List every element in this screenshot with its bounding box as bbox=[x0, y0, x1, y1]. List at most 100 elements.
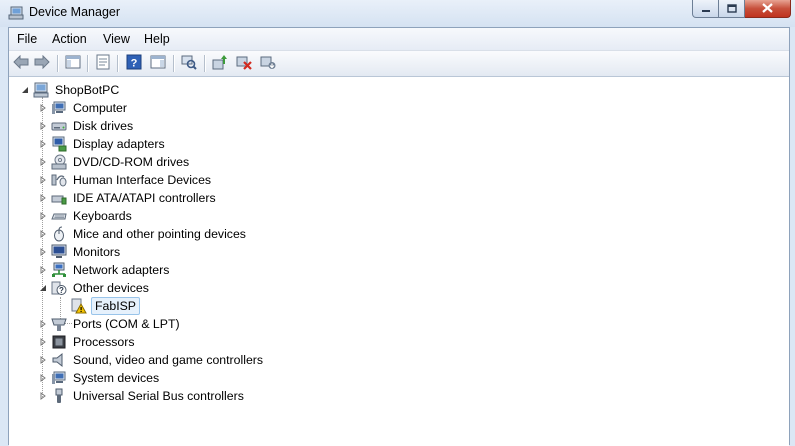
uninstall-button[interactable] bbox=[235, 54, 253, 72]
tree-item-mice-and-other-pointing-devices[interactable]: Mice and other pointing devices bbox=[38, 225, 248, 243]
tree-item-label: FabISP bbox=[91, 297, 141, 315]
unknown-device-icon: ? bbox=[51, 280, 67, 296]
expand-arrow-icon[interactable] bbox=[38, 248, 47, 257]
disable-button[interactable] bbox=[259, 54, 277, 72]
close-button[interactable] bbox=[745, 0, 791, 18]
tree-item-label: Disk drives bbox=[73, 119, 134, 133]
expand-arrow-icon[interactable] bbox=[38, 140, 47, 149]
action-pane-icon bbox=[150, 55, 166, 72]
tree-item-label: Other devices bbox=[73, 281, 149, 295]
svg-text:?: ? bbox=[131, 57, 138, 69]
expand-arrow-icon[interactable] bbox=[38, 212, 47, 221]
expand-arrow-icon[interactable] bbox=[38, 122, 47, 131]
expand-arrow-icon[interactable] bbox=[38, 158, 47, 167]
system-device-icon bbox=[51, 370, 67, 386]
usb-icon bbox=[51, 388, 67, 404]
expand-arrow-icon[interactable] bbox=[38, 176, 47, 185]
tree-item-system-devices[interactable]: System devices bbox=[38, 369, 161, 387]
toolbar-separator bbox=[117, 55, 119, 72]
hid-icon bbox=[51, 172, 67, 188]
collapse-arrow-icon[interactable] bbox=[38, 284, 47, 293]
minimize-button[interactable] bbox=[692, 0, 719, 18]
menu-bar: File Action View Help bbox=[9, 28, 789, 51]
tree-item-keyboards[interactable]: Keyboards bbox=[38, 207, 134, 225]
window-controls bbox=[692, 0, 791, 20]
tree-item-disk-drives[interactable]: Disk drives bbox=[38, 117, 135, 135]
back-arrow-icon bbox=[13, 54, 29, 72]
network-adapter-icon bbox=[51, 262, 67, 278]
processor-icon bbox=[51, 334, 67, 350]
show-hide-console-tree-icon bbox=[65, 55, 81, 72]
toolbar: ? bbox=[9, 51, 789, 77]
menu-action[interactable]: Action bbox=[52, 32, 87, 46]
help-icon: ? bbox=[126, 54, 142, 73]
update-driver-button[interactable] bbox=[211, 54, 229, 72]
expand-arrow-icon[interactable] bbox=[38, 392, 47, 401]
expand-arrow-icon[interactable] bbox=[38, 338, 47, 347]
console-tree-button[interactable] bbox=[64, 54, 82, 72]
title-bar[interactable]: Device Manager bbox=[0, 0, 795, 27]
tree-item-label: Network adapters bbox=[73, 263, 170, 277]
toolbar-separator bbox=[173, 55, 175, 72]
monitor-icon bbox=[51, 244, 67, 260]
maximize-icon bbox=[726, 2, 737, 16]
expand-arrow-icon[interactable] bbox=[38, 104, 47, 113]
tree-item-label: Sound, video and game controllers bbox=[73, 353, 264, 367]
tree-item-label: Universal Serial Bus controllers bbox=[73, 389, 244, 403]
tree-item-label: IDE ATA/ATAPI controllers bbox=[73, 191, 216, 205]
tree-item-display-adapters[interactable]: Display adapters bbox=[38, 135, 167, 153]
update-driver-icon bbox=[212, 54, 228, 73]
maximize-button[interactable] bbox=[719, 0, 745, 18]
forward-button[interactable] bbox=[33, 54, 51, 72]
tree-item-ports-com-lpt[interactable]: Ports (COM & LPT) bbox=[38, 315, 182, 333]
scan-hardware-button[interactable] bbox=[180, 54, 198, 72]
collapse-arrow-icon[interactable] bbox=[20, 86, 29, 95]
tree-root-shopbotpc[interactable]: ShopBotPC bbox=[20, 81, 121, 99]
tree-item-universal-serial-bus-controllers[interactable]: Universal Serial Bus controllers bbox=[38, 387, 246, 405]
device-tree[interactable]: ShopBotPC Computer Disk drives Display a… bbox=[9, 77, 789, 446]
sound-icon bbox=[51, 352, 67, 368]
expand-arrow-icon[interactable] bbox=[38, 320, 47, 329]
expand-arrow-icon[interactable] bbox=[38, 374, 47, 383]
tree-item-network-adapters[interactable]: Network adapters bbox=[38, 261, 171, 279]
tree-item-label: Human Interface Devices bbox=[73, 173, 212, 187]
disk-drive-icon bbox=[51, 118, 67, 134]
window-title: Device Manager bbox=[29, 5, 121, 19]
tree-item-computer[interactable]: Computer bbox=[38, 99, 129, 117]
disable-icon bbox=[260, 54, 276, 73]
back-button[interactable] bbox=[12, 54, 30, 72]
mouse-icon bbox=[51, 226, 67, 242]
tree-item-fabisp[interactable]: FabISP bbox=[71, 297, 141, 315]
tree-item-ide-ata-atapi-controllers[interactable]: IDE ATA/ATAPI controllers bbox=[38, 189, 218, 207]
svg-text:?: ? bbox=[59, 286, 64, 295]
help-button[interactable]: ? bbox=[125, 54, 143, 72]
toolbar-separator bbox=[204, 55, 206, 72]
expand-arrow-icon[interactable] bbox=[38, 230, 47, 239]
device-manager-icon bbox=[8, 5, 24, 21]
properties-button[interactable] bbox=[94, 54, 112, 72]
tree-item-label: ShopBotPC bbox=[55, 83, 120, 97]
scan-hardware-changes-icon bbox=[181, 54, 197, 73]
tree-item-human-interface-devices[interactable]: Human Interface Devices bbox=[38, 171, 213, 189]
tree-item-label: System devices bbox=[73, 371, 160, 385]
tree-item-monitors[interactable]: Monitors bbox=[38, 243, 122, 261]
tree-item-label: Processors bbox=[73, 335, 135, 349]
tree-item-label: Computer bbox=[73, 101, 127, 115]
tree-item-sound-video-game-controllers[interactable]: Sound, video and game controllers bbox=[38, 351, 265, 369]
computer-icon bbox=[51, 100, 67, 116]
tree-item-other-devices[interactable]: ? Other devices bbox=[38, 279, 151, 297]
tree-item-dvd-cd-rom-drives[interactable]: DVD/CD-ROM drives bbox=[38, 153, 191, 171]
expand-arrow-icon[interactable] bbox=[38, 194, 47, 203]
expand-arrow-icon[interactable] bbox=[38, 356, 47, 365]
menu-file[interactable]: File bbox=[17, 32, 37, 46]
uninstall-icon bbox=[236, 54, 252, 73]
menu-view[interactable]: View bbox=[103, 32, 130, 46]
tree-item-label: Keyboards bbox=[73, 209, 132, 223]
menu-help[interactable]: Help bbox=[144, 32, 170, 46]
tree-item-label: Mice and other pointing devices bbox=[73, 227, 246, 241]
action-pane-button[interactable] bbox=[149, 54, 167, 72]
tree-item-processors[interactable]: Processors bbox=[38, 333, 137, 351]
tree-item-label: Monitors bbox=[73, 245, 121, 259]
expand-arrow-icon[interactable] bbox=[38, 266, 47, 275]
port-icon bbox=[51, 316, 67, 332]
